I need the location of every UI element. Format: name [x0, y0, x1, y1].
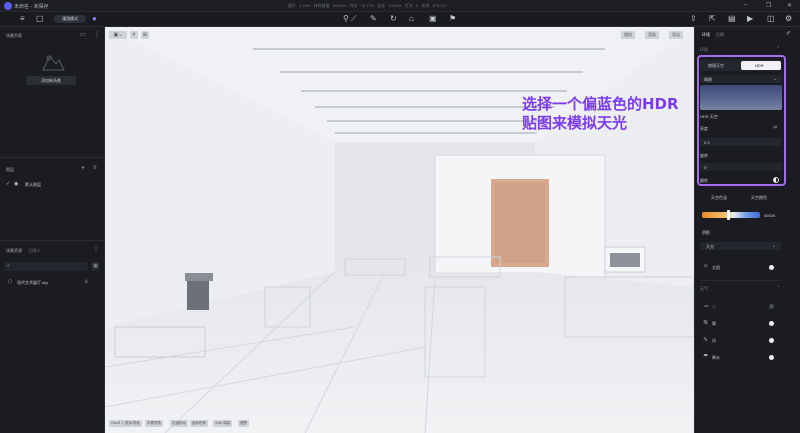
close-icon[interactable]: ✕ — [787, 2, 792, 9]
sky-color-temp-tab[interactable]: 天空色温 — [711, 195, 727, 201]
left-panel: 场景列表 ▭ ⋮ 添加新场景 图层 + ≡ ✓ ◉ 默认图层 场景资源 已导入 … — [0, 27, 105, 433]
panorama-icon[interactable]: ◫ — [767, 14, 775, 24]
add-scene-button[interactable]: 添加新场景 — [26, 76, 76, 85]
asset-list-item[interactable]: 现代艺术展厅.skp — [17, 280, 48, 286]
share-icon[interactable]: ⇱ — [709, 14, 716, 24]
view-mode-icon[interactable]: ▣⌄ — [109, 31, 127, 39]
minimize-icon[interactable]: – — [744, 2, 747, 8]
draw-icon[interactable]: ✎ — [370, 14, 377, 24]
assistant-icon[interactable]: ● — [92, 14, 97, 24]
export-icon[interactable]: ⇪ — [690, 14, 697, 24]
brush-icon[interactable]: ✐ — [786, 30, 791, 37]
color-temp-slider[interactable] — [702, 212, 760, 218]
rain-icon: ☂ — [703, 354, 709, 360]
tab-environment[interactable]: 环境 — [702, 32, 710, 38]
caption-line-1: 选择一个偏蓝色的HDR — [522, 95, 679, 113]
walk-mode-button[interactable]: 漫游模式 — [54, 15, 86, 23]
snap-icon[interactable]: ⊞ — [141, 31, 149, 39]
flag-icon[interactable]: ⚑ — [449, 14, 456, 24]
title-bar: 未命名 - 未保存 面片 3.24% 材料数量 34.63% 内存 78.17%… — [0, 0, 800, 12]
color-temp-value: 6500K — [764, 213, 776, 218]
rotate-icon[interactable]: ↻ — [390, 14, 397, 24]
hint-chip: 平移视角 — [145, 420, 163, 427]
slider-thumb[interactable] — [727, 210, 730, 220]
divider — [0, 240, 104, 241]
scene-icon[interactable]: ▣ — [429, 14, 437, 24]
file-icon[interactable]: ▢ — [36, 14, 44, 24]
cloud-label: 云 — [712, 304, 716, 309]
app-logo-icon — [4, 2, 12, 10]
env-section-header: 环境 — [700, 47, 708, 52]
add-layer-icon[interactable]: + — [81, 165, 85, 172]
chevron-down-icon: ⌄ — [772, 243, 777, 249]
shadow-select[interactable]: 天光 ⌄ — [700, 242, 782, 250]
caption-line-2: 贴图来模拟天光 — [522, 114, 628, 132]
imported-tab[interactable]: 已导入 — [29, 248, 41, 254]
divider — [700, 280, 782, 281]
weather-header: 天气 — [700, 286, 708, 291]
performance-stats: 面片 3.24% 材料数量 34.63% 内存 78.17% 显存 100.0%… — [288, 3, 447, 8]
model-file-icon: ⬡ — [8, 279, 13, 285]
scene-list-header: 场景列表 — [6, 33, 22, 38]
measure-icon[interactable]: ⟋ — [351, 14, 357, 24]
hint-chip: 视野 — [238, 420, 249, 427]
wind-label: 风 — [712, 338, 716, 343]
fog-label: 雾 — [712, 321, 716, 326]
camera-button[interactable]: 相机 — [621, 31, 635, 39]
render-button[interactable]: 渲染 — [645, 31, 659, 39]
image-icon[interactable]: ▤ — [728, 14, 736, 24]
fog-toggle[interactable] — [769, 321, 774, 326]
hint-chip: Shift 调高 — [213, 420, 232, 427]
hint-chip: 旋转视角 — [190, 420, 208, 427]
user-icon[interactable]: ♙ — [84, 279, 88, 285]
export-button[interactable]: 导出 — [669, 31, 683, 39]
wind-icon: ∿ — [703, 337, 709, 343]
sun-toggle[interactable] — [769, 265, 774, 270]
rain-label: 降水 — [712, 355, 720, 360]
main-toolbar: ≡ ▢ ● ⚲ ⟋ ✎ ↻ ⌂ ▣ ⚑ ⇪ ⇱ ▤ ▶ ◫ ⚙ — [0, 12, 800, 27]
search-icon: ⌕ — [7, 263, 10, 269]
restore-icon[interactable]: ❐ — [766, 2, 771, 9]
layers-header: 图层 — [6, 167, 14, 172]
cloud-icon: ☁ — [703, 303, 709, 309]
app-title: 未命名 - 未保存 — [14, 4, 49, 10]
layer-check-icon[interactable]: ✓ — [6, 181, 10, 187]
divider — [0, 157, 104, 158]
grid-view-icon[interactable]: ▦ — [91, 262, 100, 271]
hint-chip: GeoR ⇧ 鼠标/导航 — [109, 420, 142, 427]
sun-label: 太阳 — [712, 265, 720, 270]
asset-search-input[interactable]: ⌕ — [4, 262, 88, 271]
gallery-scene-render — [105, 27, 694, 433]
tutorial-caption: 选择一个偏蓝色的HDR 贴图来模拟天光 — [522, 95, 712, 133]
3d-viewport[interactable]: ▣⌄ # ⊞ 相机 渲染 导出 — [105, 27, 694, 433]
eye-icon[interactable]: ◉ — [14, 181, 18, 187]
settings-icon[interactable]: ⚙ — [785, 14, 792, 24]
collapse-icon[interactable]: ⌃ — [776, 285, 780, 291]
light-bulb-icon[interactable]: ⚲ — [343, 14, 349, 24]
video-icon[interactable]: ▶ — [747, 14, 753, 24]
tab-post[interactable]: 后期 — [716, 32, 724, 38]
sky-color-tab[interactable]: 天空颜色 — [751, 195, 767, 201]
collapse-icon[interactable]: ⌃ — [776, 46, 780, 52]
empty-scene-icon — [42, 55, 65, 71]
fog-icon: ≋ — [703, 320, 709, 326]
add-folder-icon[interactable]: ▭ — [80, 31, 86, 38]
rain-toggle[interactable] — [769, 355, 774, 360]
sun-icon: ☼ — [703, 263, 709, 269]
cloud-toggle[interactable] — [769, 304, 774, 309]
shadow-label: 阴影 — [702, 230, 710, 235]
filter-icon[interactable]: ≡ — [93, 165, 97, 171]
menu-icon[interactable]: ≡ — [20, 14, 25, 24]
more-icon[interactable]: ⋮ — [93, 246, 99, 253]
camera-icon[interactable]: ⌂ — [409, 14, 414, 24]
layer-item[interactable]: 默认图层 — [25, 182, 41, 188]
wind-toggle[interactable] — [769, 338, 774, 343]
more-icon[interactable]: ⋮ — [94, 31, 100, 38]
assets-header[interactable]: 场景资源 — [6, 248, 22, 254]
grid-icon[interactable]: # — [130, 31, 138, 39]
hint-chip: 右键拖动 — [170, 420, 188, 427]
